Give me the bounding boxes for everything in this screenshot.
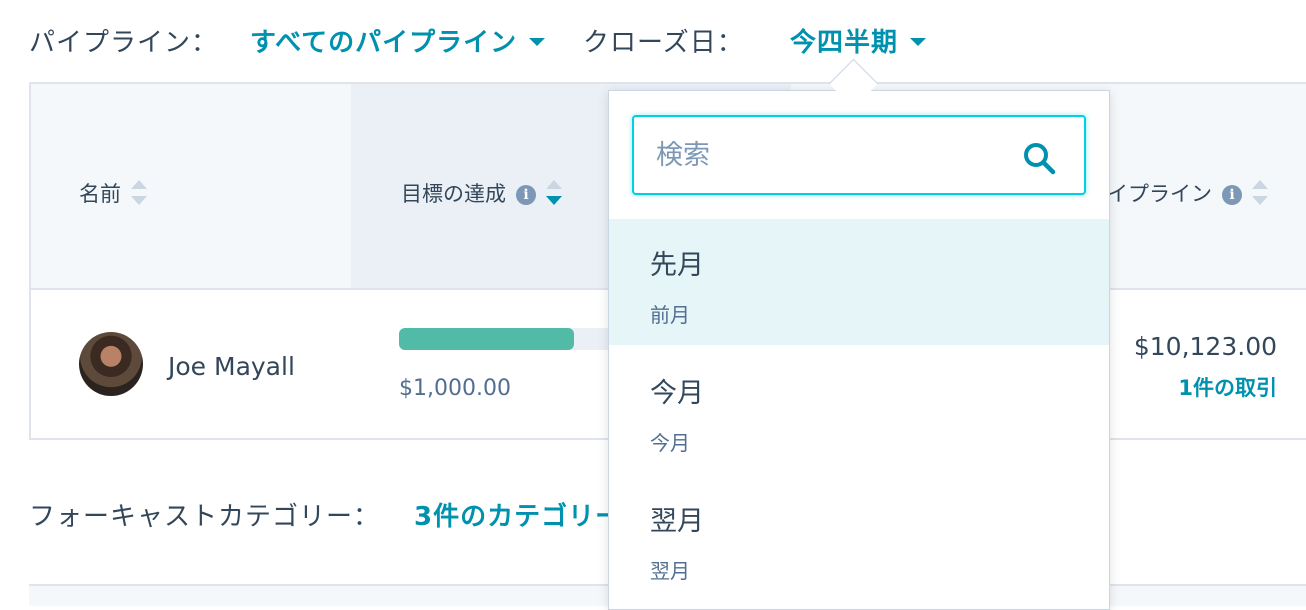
pipeline-filter-label: パイプライン：	[29, 28, 219, 58]
filter-bar: パイプライン： すべてのパイプライン クローズ日： 今四半期	[0, 0, 1306, 82]
column-header-goal-label: 目標の達成	[401, 182, 506, 206]
option-subtitle: 前月	[650, 303, 690, 327]
search-icon[interactable]	[1022, 141, 1056, 175]
pipeline-filter-dropdown[interactable]: すべてのパイプライン	[250, 22, 546, 59]
column-header-name[interactable]: 名前	[79, 178, 147, 210]
caret-down-icon	[529, 37, 546, 46]
dropdown-option-this-month[interactable]: 今月 今月	[609, 347, 1109, 473]
forecast-category-label: フォーキャストカテゴリー：	[29, 502, 381, 532]
goal-progress-fill	[399, 328, 574, 350]
pipeline-amount: $10,123.00	[1133, 332, 1277, 361]
row-name: Joe Mayall	[168, 352, 295, 381]
close-date-filter-label: クローズ日：	[583, 28, 744, 58]
dropdown-option-next-month[interactable]: 翌月 翌月	[609, 475, 1109, 601]
dropdown-pointer-cover	[824, 91, 884, 105]
deals-link[interactable]: 1件の取引	[1178, 372, 1277, 402]
close-date-dropdown-menu: 先月 前月 今月 今月 翌月 翌月	[608, 90, 1110, 610]
column-header-pipeline[interactable]: イプライン i	[1107, 178, 1268, 210]
option-title: 翌月	[650, 506, 704, 537]
column-header-goal[interactable]: 目標の達成 i	[401, 178, 562, 210]
forecast-category-dropdown[interactable]: 3件のカテゴリー	[414, 496, 622, 533]
sort-icon	[131, 180, 147, 210]
option-subtitle: 今月	[650, 431, 690, 455]
dropdown-option-last-month[interactable]: 先月 前月	[609, 219, 1109, 345]
goal-amount: $1,000.00	[399, 376, 511, 401]
dropdown-search-box	[632, 115, 1086, 195]
column-header-pipeline-label: イプライン	[1107, 182, 1212, 206]
info-icon[interactable]: i	[516, 185, 536, 205]
avatar	[79, 332, 143, 396]
close-date-filter-dropdown[interactable]: 今四半期	[790, 22, 927, 59]
option-title: 先月	[650, 250, 704, 281]
option-subtitle: 翌月	[650, 559, 690, 583]
search-input[interactable]	[634, 117, 1058, 193]
info-icon[interactable]: i	[1222, 185, 1242, 205]
close-date-filter-value: 今四半期	[790, 28, 899, 58]
column-header-name-label: 名前	[79, 182, 121, 206]
option-title: 今月	[650, 378, 704, 409]
sort-icon	[1252, 180, 1268, 210]
pipeline-filter-value: すべてのパイプライン	[250, 28, 518, 58]
sort-descending-icon	[546, 180, 562, 210]
caret-down-icon	[910, 37, 927, 46]
